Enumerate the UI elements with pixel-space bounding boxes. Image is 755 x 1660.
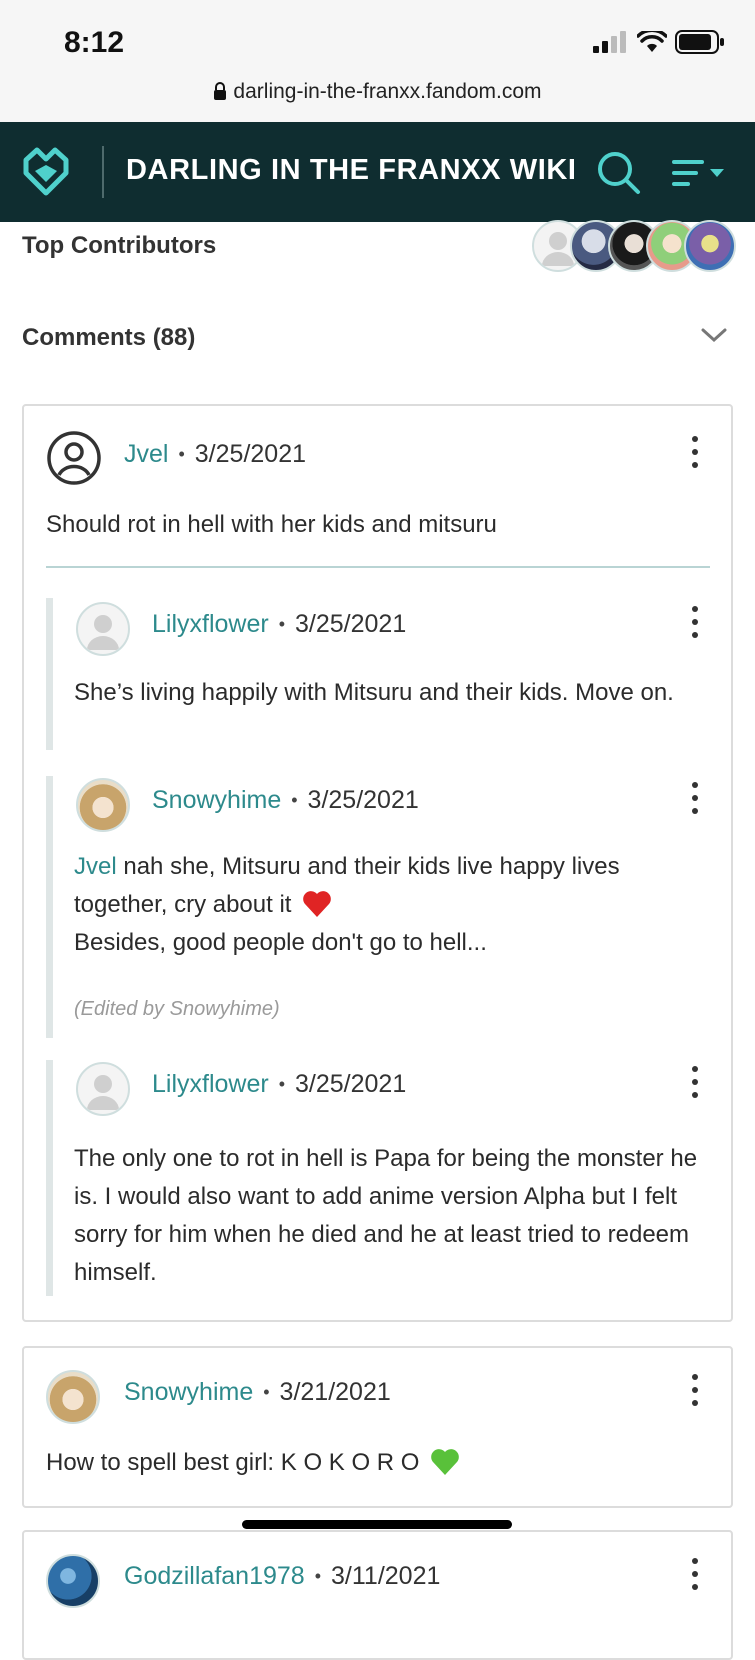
comment-author[interactable]: Jvel [124,440,168,469]
avatar[interactable] [76,602,130,656]
more-options-icon[interactable] [684,606,704,646]
reply-text: Jvel nah she, Mitsuru and their kids liv… [74,848,704,962]
chevron-down-icon[interactable] [700,326,728,344]
reply-header: Lilyxflower • 3/25/2021 [152,1070,406,1099]
top-contributors-label: Top Contributors [22,232,217,259]
comment-thread: Jvel • 3/25/2021 Should rot in hell with… [22,404,733,1322]
default-avatar-icon [87,1075,119,1110]
address-bar[interactable]: darling-in-the-franxx.fandom.com [0,80,755,104]
top-contributors-avatars[interactable] [532,220,736,276]
comment-date: 3/11/2021 [331,1562,441,1590]
separator-dot: • [178,444,185,464]
edited-note[interactable]: (Edited by Snowyhime) [74,998,280,1021]
reply-text-line: nah she, Mitsuru and their kids live hap… [74,853,620,918]
separator-dot: • [291,790,298,810]
reply-date: 3/25/2021 [295,1070,407,1098]
lock-icon [214,82,227,100]
reply-text-line: Besides, good people don't go to hell... [74,929,487,956]
fandom-heart-logo-icon[interactable] [20,146,72,198]
signal-icon [593,31,626,53]
comment-header: Godzillafan1978 • 3/11/2021 [124,1562,440,1591]
more-options-icon[interactable] [684,1558,704,1598]
wiki-header: DARLING IN THE FRANXX WIKI [0,122,755,222]
more-options-icon[interactable] [684,1374,704,1414]
reply-date: 3/25/2021 [295,610,407,638]
comments-count-heading[interactable]: Comments (88) [22,324,195,352]
wiki-title[interactable]: DARLING IN THE FRANXX WIKI [126,154,577,187]
status-bar: 8:12 darling-in-the-franxx.fandom.com [0,0,755,122]
green-heart-emoji-icon [431,1449,459,1475]
replies-divider [46,566,710,568]
more-options-icon[interactable] [684,782,704,822]
separator-dot: • [278,614,286,634]
search-icon[interactable] [596,150,642,196]
red-heart-emoji-icon [303,891,331,917]
wifi-icon [637,31,667,52]
avatar[interactable] [76,778,130,832]
more-options-icon[interactable] [684,1066,704,1106]
clock: 8:12 [64,26,125,59]
comment-text: Should rot in hell with her kids and mit… [46,511,497,538]
menu-icon[interactable] [672,158,734,188]
separator-dot: • [263,1382,270,1402]
comment-card: Snowyhime • 3/21/2021 How to spell best … [22,1346,733,1508]
reply-header: Snowyhime • 3/25/2021 [152,786,419,815]
comment-card: Godzillafan1978 • 3/11/2021 [22,1530,733,1660]
comment-date: 3/21/2021 [279,1378,391,1406]
reply-indent-bar [46,776,53,1038]
user-avatar-icon[interactable] [46,430,102,486]
status-icons [593,30,725,54]
reply-date: 3/25/2021 [307,786,419,814]
reply-text: The only one to rot in hell is Papa for … [74,1145,698,1286]
default-avatar-icon [87,615,119,650]
comment-author[interactable]: Godzillafan1978 [124,1562,305,1591]
reply-author[interactable]: Lilyxflower [152,610,269,639]
avatar[interactable] [46,1370,100,1424]
comment-header: Snowyhime • 3/21/2021 [124,1378,391,1407]
header-divider [102,146,104,198]
reply-indent-bar [46,598,53,750]
reply-header: Lilyxflower • 3/25/2021 [152,610,406,639]
comment-header: Jvel • 3/25/2021 [124,440,306,469]
avatar[interactable] [46,1554,100,1608]
comment-text: How to spell best girl: K O K O R O [46,1444,686,1482]
home-indicator[interactable] [242,1520,512,1529]
battery-icon [675,30,724,54]
comment-date: 3/25/2021 [194,440,306,468]
comment-text-line: How to spell best girl: K O K O R O [46,1449,420,1476]
separator-dot: • [314,1566,322,1586]
avatar[interactable] [76,1062,130,1116]
comment-author[interactable]: Snowyhime [124,1378,253,1407]
reply-text: She’s living happily with Mitsuru and th… [74,679,674,706]
reply-author[interactable]: Snowyhime [152,786,281,815]
reply-indent-bar [46,1060,53,1296]
more-options-icon[interactable] [684,436,704,476]
reply-author[interactable]: Lilyxflower [152,1070,269,1099]
url-text: darling-in-the-franxx.fandom.com [233,80,542,103]
avatar[interactable] [684,220,736,272]
separator-dot: • [278,1074,286,1094]
user-mention-link[interactable]: Jvel [74,853,117,880]
